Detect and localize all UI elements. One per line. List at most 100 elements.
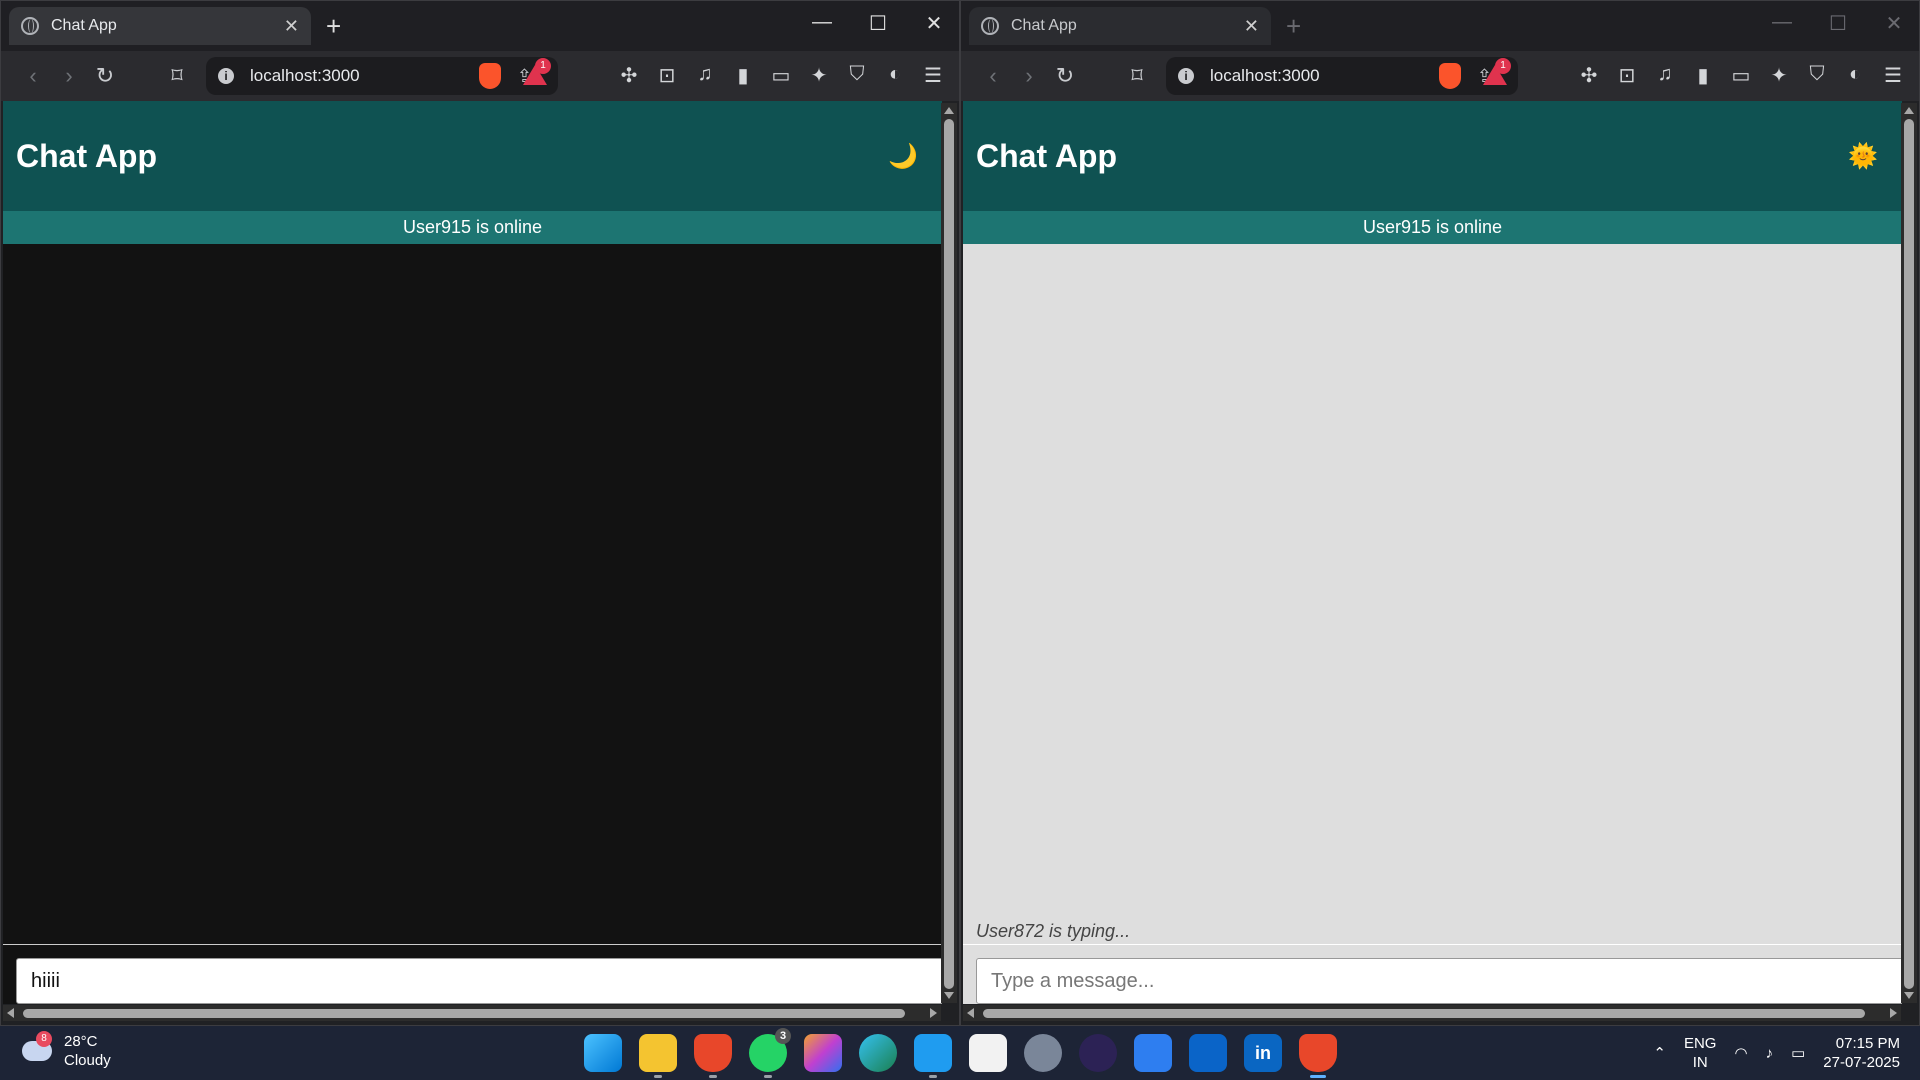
address-bar[interactable]: i localhost:3000 ⇪	[206, 57, 558, 95]
scroll-right-arrow[interactable]	[1890, 1008, 1897, 1018]
back-icon[interactable]: ‹	[975, 63, 1011, 89]
menu-icon[interactable]: ☰	[921, 63, 945, 88]
volume-icon[interactable]: ♪	[1766, 1045, 1774, 1062]
microsoft-store-icon[interactable]	[969, 1034, 1007, 1072]
browser-tab[interactable]: Chat App ✕	[969, 7, 1271, 45]
brave-icon[interactable]	[1299, 1034, 1337, 1078]
forward-icon[interactable]: ›	[1011, 63, 1047, 89]
leo-ai-icon[interactable]: ✦	[1767, 63, 1791, 88]
forward-icon[interactable]: ›	[51, 63, 87, 89]
cloud-icon: 8	[22, 1031, 52, 1061]
taskbar-apps: 3 in	[584, 1028, 1337, 1078]
online-status: User915 is online	[963, 211, 1902, 244]
extensions-icon[interactable]: ✣	[617, 63, 641, 88]
running-indicator	[1310, 1075, 1326, 1078]
copilot-icon[interactable]	[804, 1034, 842, 1072]
rewards-badge: 1	[535, 58, 551, 74]
linkedin-icon[interactable]: in	[1244, 1034, 1282, 1072]
new-tab-button[interactable]: +	[1286, 11, 1301, 42]
bookmark-icon[interactable]: ⌑	[159, 63, 195, 89]
brave-shields-icon[interactable]	[479, 63, 501, 89]
close-tab-icon[interactable]: ✕	[284, 16, 299, 37]
extensions-icon[interactable]: ✣	[1577, 63, 1601, 88]
wallet-icon[interactable]: ▭	[769, 63, 793, 88]
app-title: Chat App	[16, 137, 158, 174]
settings-icon[interactable]	[1024, 1034, 1062, 1072]
screenshot-icon[interactable]: ⊡	[1615, 63, 1639, 88]
vpn-icon[interactable]: ⛉	[845, 63, 869, 88]
wallet-icon[interactable]: ▭	[1729, 63, 1753, 88]
menu-icon[interactable]: ☰	[1881, 63, 1905, 88]
scroll-thumb[interactable]	[23, 1009, 905, 1018]
close-window-button[interactable]: ✕	[919, 11, 949, 36]
night-mode-icon[interactable]: ◐	[1843, 63, 1867, 88]
back-icon[interactable]: ‹	[15, 63, 51, 89]
scroll-up-arrow[interactable]	[944, 107, 954, 114]
scroll-left-arrow[interactable]	[967, 1008, 974, 1018]
scroll-right-arrow[interactable]	[930, 1008, 937, 1018]
tab-title: Chat App	[51, 17, 117, 34]
site-info-icon[interactable]: i	[218, 68, 234, 84]
scroll-thumb[interactable]	[983, 1009, 1865, 1018]
maximize-button[interactable]: ☐	[1823, 11, 1853, 36]
moon-icon[interactable]: 🌙	[888, 142, 918, 171]
vscode-icon[interactable]	[914, 1034, 952, 1078]
new-tab-button[interactable]: +	[326, 11, 341, 42]
battery-icon[interactable]: ▭	[1791, 1044, 1805, 1062]
minimize-button[interactable]: —	[1767, 11, 1797, 36]
running-indicator	[764, 1075, 772, 1078]
language-indicator[interactable]: ENG IN	[1684, 1034, 1717, 1072]
scroll-down-arrow[interactable]	[1904, 992, 1914, 999]
extension-icons: ✣ ⊡ ♫ ▮ ▭ ✦ ⛉ ◐ ☰	[617, 63, 945, 88]
horizontal-scrollbar[interactable]	[3, 1005, 941, 1021]
start-icon[interactable]	[584, 1034, 622, 1072]
reload-icon[interactable]: ↻	[1047, 63, 1083, 89]
horizontal-scrollbar[interactable]	[963, 1005, 1901, 1021]
reload-icon[interactable]: ↻	[87, 63, 123, 89]
whatsapp-icon[interactable]: 3	[749, 1028, 791, 1078]
browser-tab[interactable]: Chat App ✕	[9, 7, 311, 45]
message-input[interactable]	[976, 958, 1902, 1004]
scroll-left-arrow[interactable]	[7, 1008, 14, 1018]
sidebar-icon[interactable]: ▮	[1691, 63, 1715, 88]
media-icon[interactable]: ♫	[1653, 63, 1677, 88]
vertical-scrollbar[interactable]	[941, 103, 957, 1003]
file-explorer-icon[interactable]	[639, 1034, 677, 1078]
app-header: Chat App 🌞	[963, 101, 1902, 211]
minimize-button[interactable]: —	[807, 11, 837, 36]
screenshot-icon[interactable]: ⊡	[655, 63, 679, 88]
sidebar-icon[interactable]: ▮	[731, 63, 755, 88]
close-tab-icon[interactable]: ✕	[1244, 16, 1259, 37]
weather-widget[interactable]: 8 28°C Cloudy	[22, 1031, 111, 1070]
scroll-thumb[interactable]	[1904, 119, 1914, 989]
clock[interactable]: 07:15 PM 27-07-2025	[1823, 1034, 1900, 1072]
close-window-button[interactable]: ✕	[1879, 11, 1909, 36]
vpn-icon[interactable]: ⛉	[1805, 63, 1829, 88]
brave-nightly-icon[interactable]	[694, 1034, 732, 1078]
leo-ai-icon[interactable]: ✦	[807, 63, 831, 88]
night-mode-icon[interactable]: ◐	[883, 63, 907, 88]
scroll-down-arrow[interactable]	[944, 992, 954, 999]
todo-icon[interactable]	[1134, 1034, 1172, 1072]
browser-toolbar: ‹ › ↻ ⌑ i localhost:3000 ⇪ 1 ✣ ⊡ ♫ ▮ ▭ ✦…	[1, 51, 959, 101]
wifi-icon[interactable]: ◠	[1734, 1044, 1747, 1062]
media-icon[interactable]: ♫	[693, 63, 717, 88]
scroll-thumb[interactable]	[944, 119, 954, 989]
scroll-up-arrow[interactable]	[1904, 107, 1914, 114]
vertical-scrollbar[interactable]	[1901, 103, 1917, 1003]
window-controls: — ☐ ✕	[1767, 11, 1909, 36]
edge-icon[interactable]	[859, 1034, 897, 1072]
message-input[interactable]	[16, 958, 942, 1004]
bookmark-icon[interactable]: ⌑	[1119, 63, 1155, 89]
running-indicator	[654, 1075, 662, 1078]
typing-indicator: User872 is typing...	[976, 921, 1131, 941]
eclipse-icon[interactable]	[1079, 1034, 1117, 1072]
browser-toolbar: ‹ › ↻ ⌑ i localhost:3000 ⇪ 1 ✣ ⊡ ♫ ▮ ▭ ✦…	[961, 51, 1919, 101]
brave-shields-icon[interactable]	[1439, 63, 1461, 89]
address-bar[interactable]: i localhost:3000 ⇪	[1166, 57, 1518, 95]
outlook-icon[interactable]	[1189, 1034, 1227, 1072]
maximize-button[interactable]: ☐	[863, 11, 893, 36]
chevron-up-icon[interactable]: ⌃	[1653, 1044, 1666, 1062]
sun-icon[interactable]: 🌞	[1848, 142, 1878, 171]
site-info-icon[interactable]: i	[1178, 68, 1194, 84]
